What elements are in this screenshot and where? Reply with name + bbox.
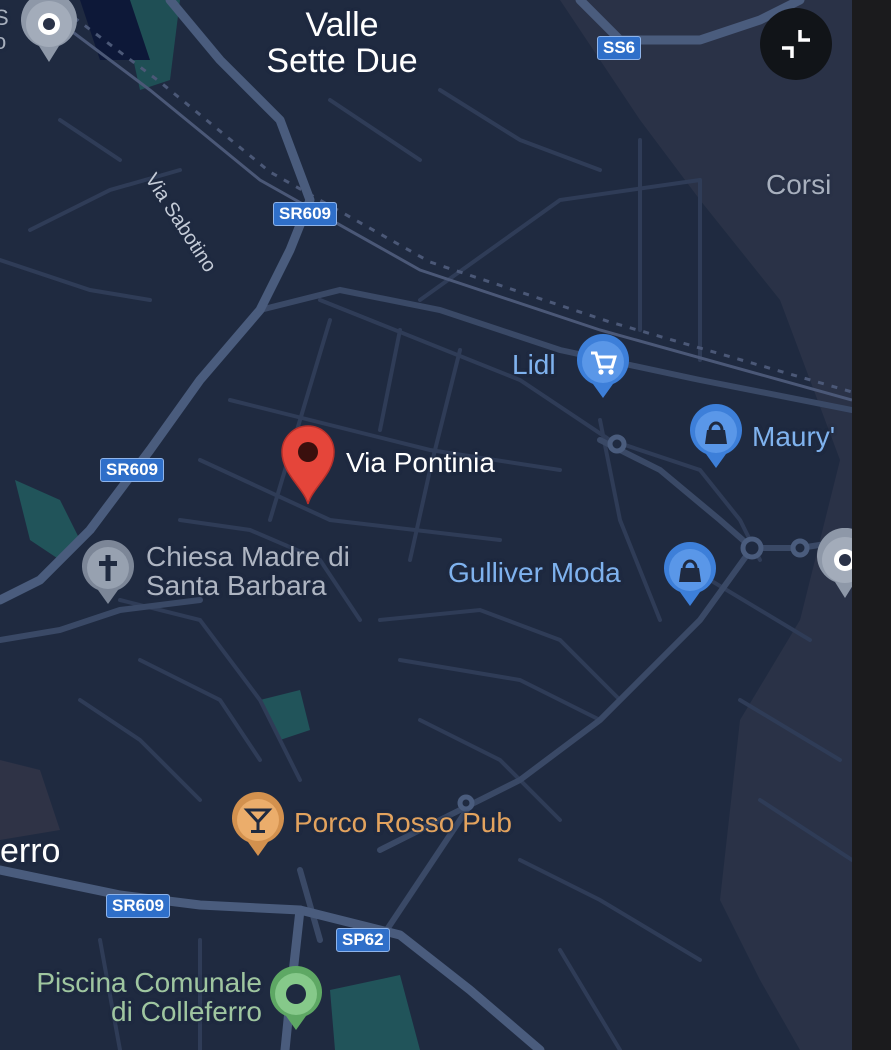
collapse-button[interactable] (760, 8, 832, 80)
poi-label-gulliver-moda[interactable]: Gulliver Moda (448, 558, 621, 588)
shopping-bag-icon[interactable] (688, 404, 744, 470)
road-shield-sr609: SR609 (106, 894, 170, 918)
map-base-layer (0, 0, 852, 1050)
place-label-valle: Valle Sette Due (258, 6, 426, 80)
pin-label-via-pontinia[interactable]: Via Pontinia (346, 448, 495, 478)
urban-area (0, 760, 60, 840)
place-label-valle-line2: Sette Due (266, 41, 418, 80)
poi-label-lidl[interactable]: Lidl (512, 350, 556, 380)
poi-label-chiesa-line1: Chiesa Madre di (146, 541, 350, 572)
poi-label-piscina-line1: Piscina Comunale (36, 967, 262, 998)
road-shield-sr609: SR609 (100, 458, 164, 482)
poi-label-piscina[interactable]: Piscina Comunale di Colleferro (0, 968, 262, 1027)
map-canvas[interactable]: Valle Sette Due Corsi erro S o Via Sabot… (0, 0, 852, 1050)
poi-label-maury[interactable]: Maury' (752, 422, 835, 452)
place-label-valle-line1: Valle (305, 6, 379, 44)
poi-marker-right-edge[interactable] (816, 528, 852, 602)
poi-label-chiesa[interactable]: Chiesa Madre di Santa Barbara (146, 542, 350, 601)
cross-icon[interactable] (80, 540, 136, 606)
road-shield-sp62: SP62 (336, 928, 390, 952)
shopping-bag-icon[interactable] (662, 542, 718, 608)
green-area (330, 975, 420, 1050)
cocktail-icon[interactable] (230, 792, 286, 858)
area-label-corsi: Corsi (766, 169, 832, 200)
poi-marker-top-left[interactable] (20, 0, 78, 66)
place-label-top-left: S o (0, 5, 9, 55)
place-label-colleferro: erro (0, 832, 61, 870)
location-pin-icon[interactable] (278, 422, 338, 506)
terrain-area (560, 0, 852, 1050)
poi-label-piscina-line2: di Colleferro (111, 996, 262, 1028)
road-shield-ss6: SS6 (597, 36, 642, 60)
collapse-icon (782, 30, 810, 58)
poi-label-porco-rosso-pub[interactable]: Porco Rosso Pub (294, 808, 512, 838)
cart-icon[interactable] (575, 334, 631, 400)
side-panel-edge (852, 0, 891, 1050)
poi-label-chiesa-line2: Santa Barbara (146, 570, 327, 602)
road-shield-sr609: SR609 (273, 202, 337, 226)
park-dot-icon[interactable] (268, 966, 324, 1032)
